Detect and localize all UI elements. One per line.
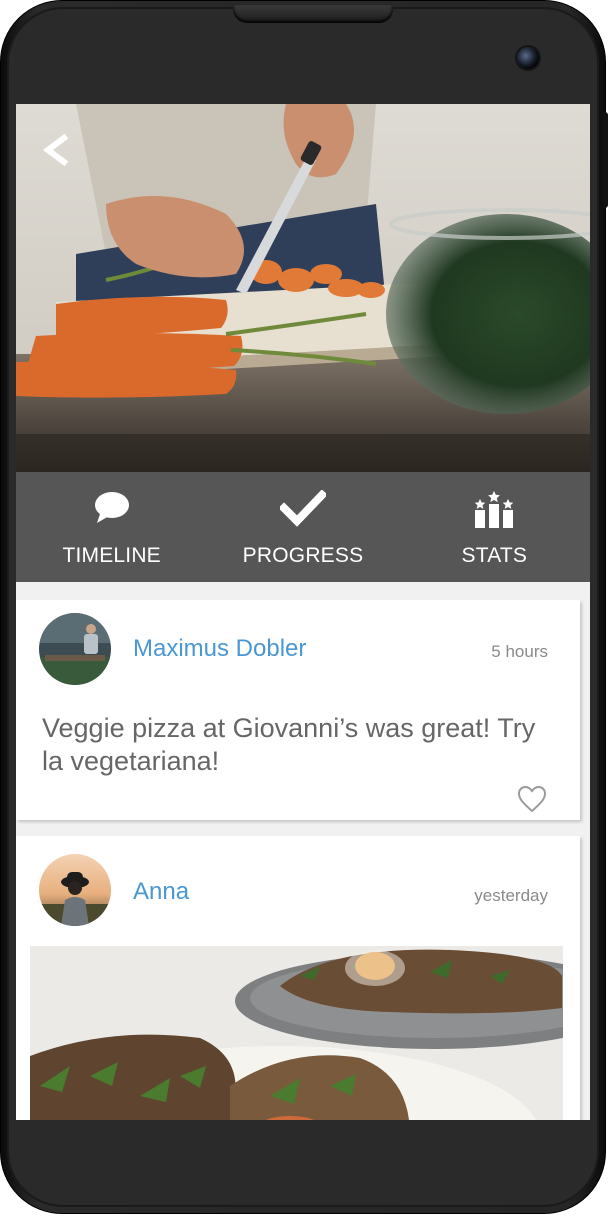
front-camera — [517, 47, 539, 69]
post-timestamp: 5 hours — [491, 642, 548, 661]
back-button[interactable] — [38, 132, 74, 168]
post-timestamp: yesterday — [474, 886, 548, 905]
post-author[interactable]: Maximus Dobler — [133, 635, 306, 663]
power-button — [603, 112, 608, 208]
avatar[interactable] — [39, 854, 111, 926]
post-card[interactable]: Anna yesterday — [16, 836, 580, 1120]
tab-timeline-label: TIMELINE — [62, 544, 161, 567]
checkmark-icon — [207, 490, 398, 530]
post-photo[interactable] — [30, 946, 563, 1120]
app-screen: TIMELINE PROGRESS STATS Maximus Dobler 5… — [16, 104, 590, 1120]
speech-bubble-icon — [16, 490, 207, 530]
heart-outline-icon — [517, 785, 547, 813]
like-button[interactable] — [517, 785, 547, 813]
tab-bar: TIMELINE PROGRESS STATS — [16, 472, 590, 582]
post-text: Veggie pizza at Giovanni’s was great! Tr… — [42, 713, 536, 776]
post-card[interactable]: Maximus Dobler 5 hours Veggie pizza at G… — [16, 600, 580, 820]
tab-progress-label: PROGRESS — [242, 544, 364, 567]
system-nav-bar — [16, 1120, 590, 1170]
earpiece-speaker — [233, 5, 393, 23]
chevron-left-icon — [43, 134, 69, 166]
tab-stats-label: STATS — [461, 544, 528, 567]
post-author[interactable]: Anna — [133, 878, 189, 906]
tab-timeline[interactable]: TIMELINE — [16, 472, 207, 582]
tab-progress[interactable]: PROGRESS — [207, 472, 398, 582]
avatar[interactable] — [39, 613, 111, 685]
podium-stars-icon — [399, 490, 590, 530]
hero-cooking-illustration — [16, 104, 590, 472]
tab-stats[interactable]: STATS — [399, 472, 590, 582]
hero-image — [16, 104, 590, 472]
